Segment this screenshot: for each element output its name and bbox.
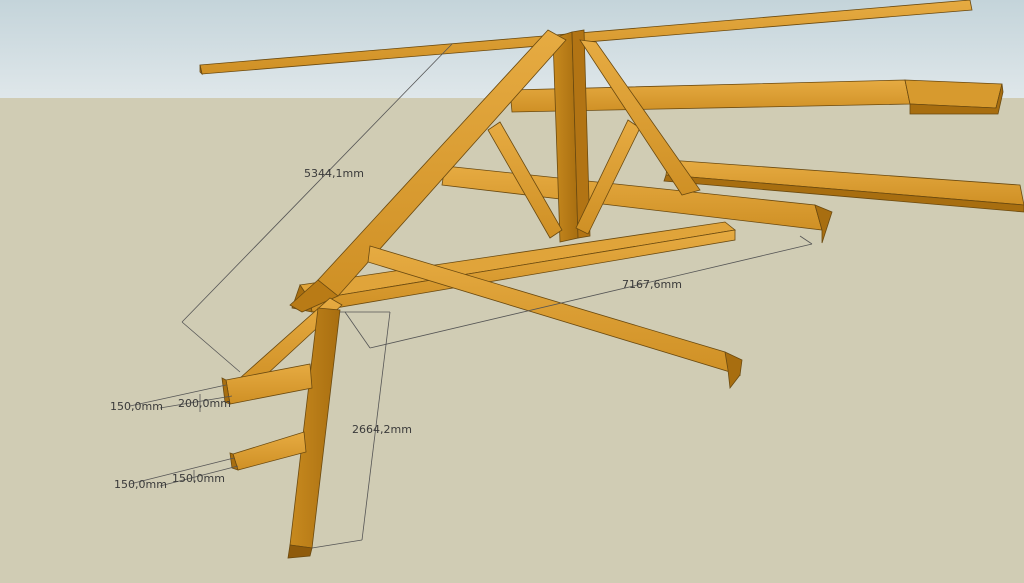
rafter-length-label: 5344,1mm: [304, 167, 364, 180]
lower-bracket-height-label: 150,0mm: [172, 472, 225, 485]
truss-model-canvas[interactable]: 5344,1mm 7167,6mm 2664,2mm 150,0mm 200,0…: [0, 0, 1024, 583]
span-length-label: 7167,6mm: [622, 278, 682, 291]
post-height-label: 2664,2mm: [352, 423, 412, 436]
upper-bracket-width-label: 150,0mm: [110, 400, 163, 413]
lower-bracket-width-label: 150,0mm: [114, 478, 167, 491]
3d-viewport[interactable]: 5344,1mm 7167,6mm 2664,2mm 150,0mm 200,0…: [0, 0, 1024, 583]
upper-bracket-height-label: 200,0mm: [178, 397, 231, 410]
